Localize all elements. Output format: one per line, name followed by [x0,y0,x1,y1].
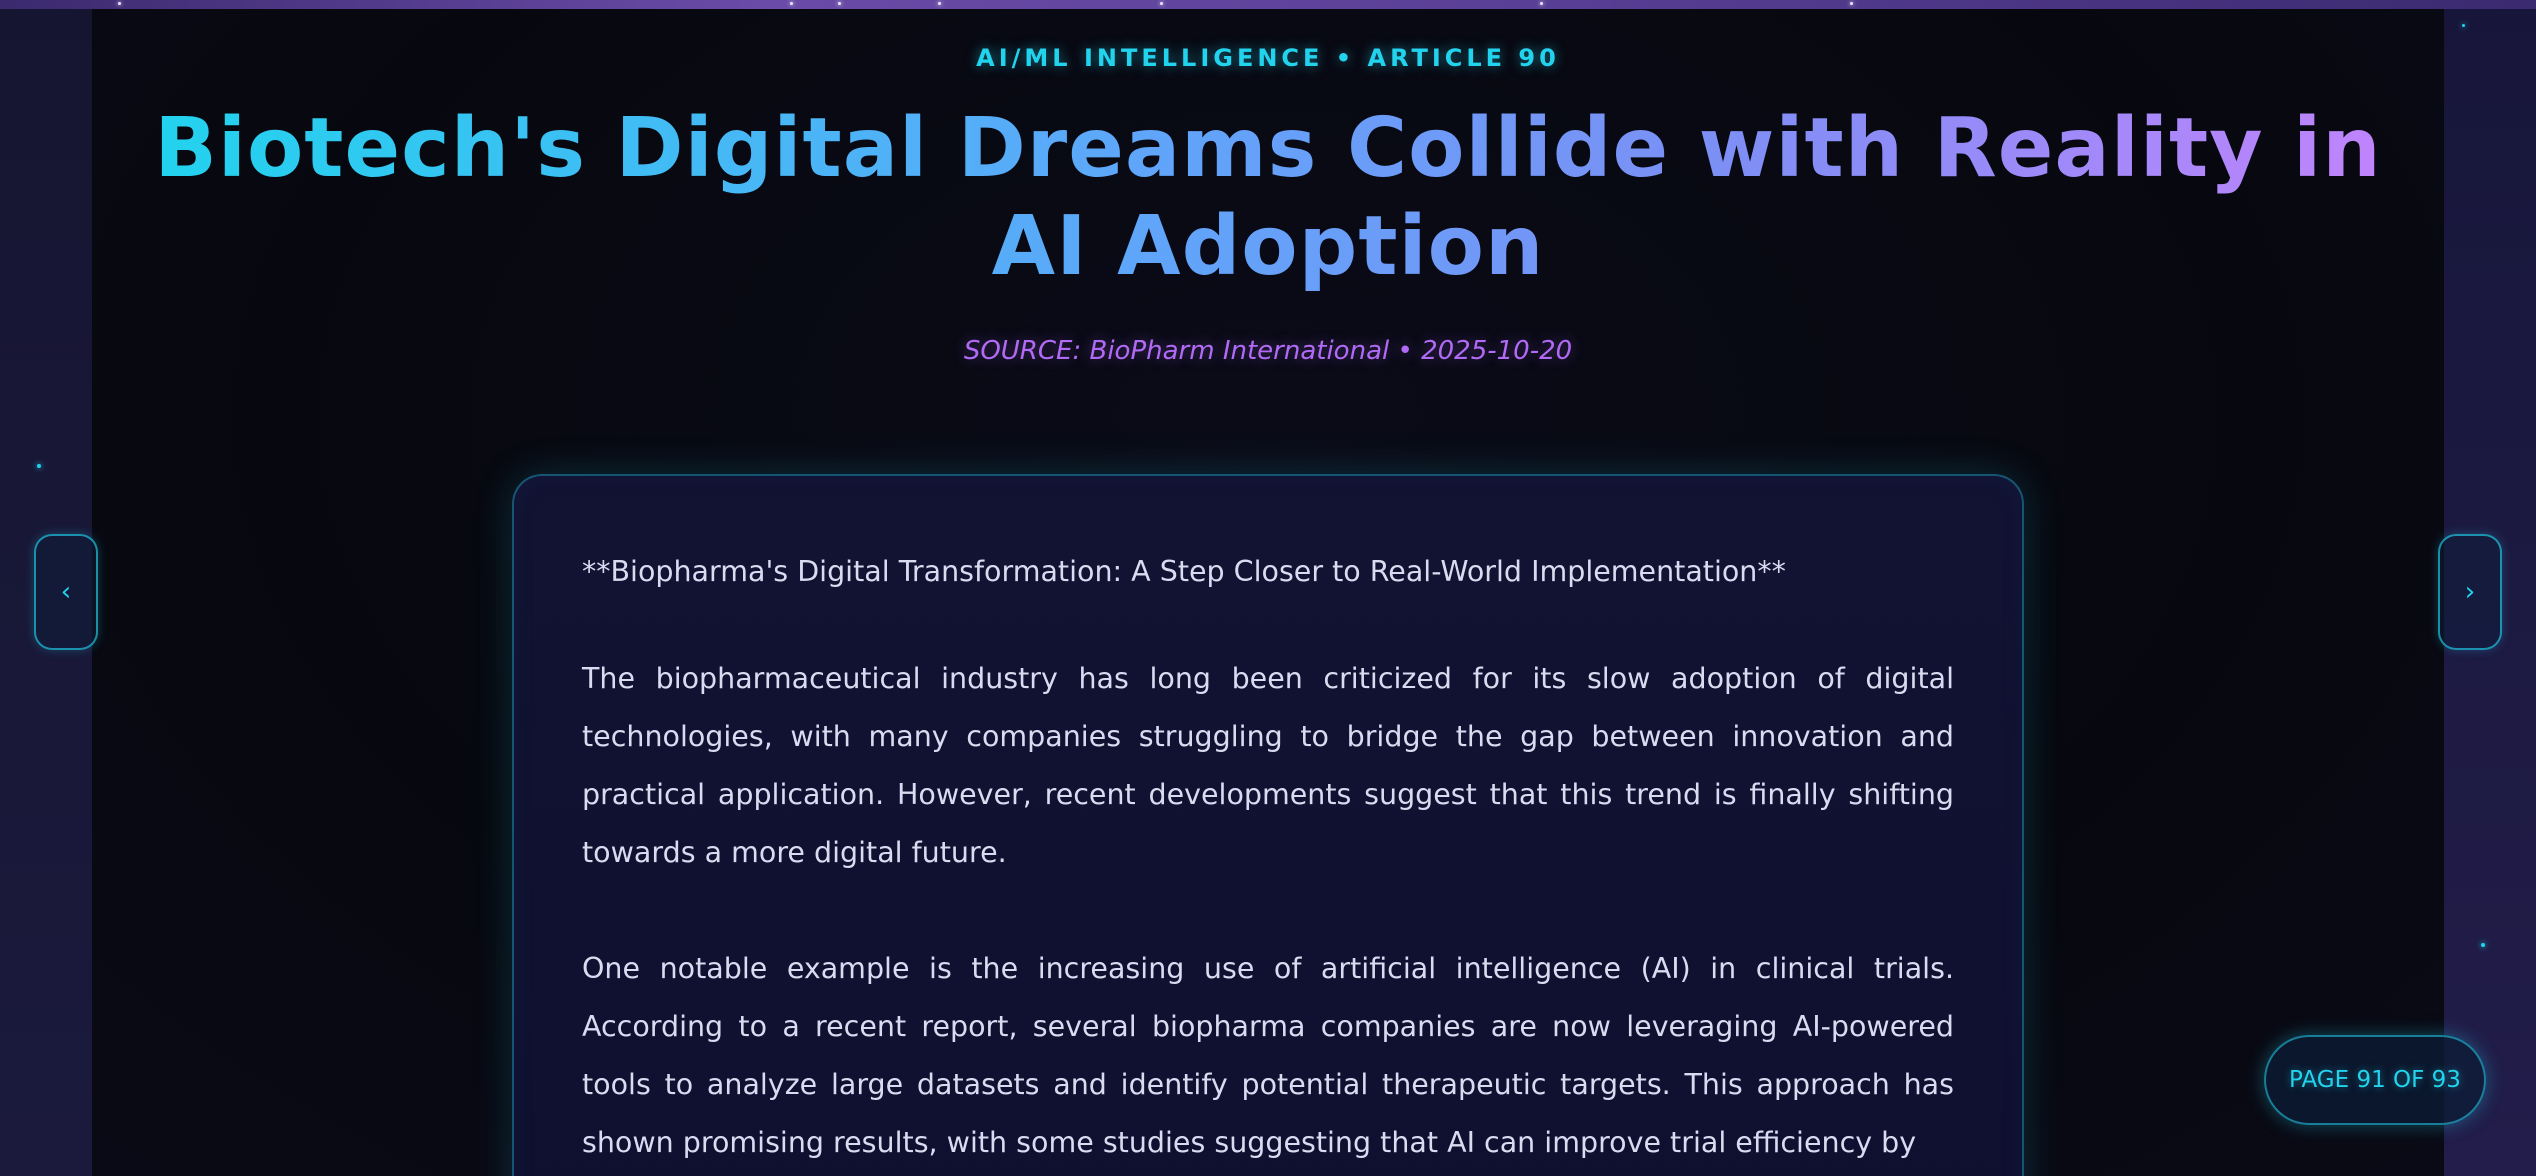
article-paragraph: One notable example is the increasing us… [582,952,1954,1159]
sparkle-decoration [1850,2,1853,5]
sparkle-decoration [838,2,841,5]
article-title: Biotech's Digital Dreams Collide with Re… [150,100,2386,296]
star-decoration [2462,24,2465,27]
previous-article-button[interactable]: ‹ [34,534,98,650]
sparkle-decoration [1540,2,1543,5]
star-decoration [37,464,41,468]
sparkle-decoration [938,2,941,5]
page-indicator-label: PAGE 91 OF 93 [2289,1067,2461,1093]
article-body-card: **Biopharma's Digital Transformation: A … [512,474,2024,1176]
sparkle-decoration [790,2,793,5]
article-heading: **Biopharma's Digital Transformation: A … [582,555,1786,588]
sparkle-decoration [1160,2,1163,5]
article-paragraph: The biopharmaceutical industry has long … [582,662,1954,869]
chevron-right-icon: › [2464,577,2476,607]
article-kicker: AI/ML INTELLIGENCE • ARTICLE 90 [976,44,1560,72]
article-source: SOURCE: BioPharm International • 2025-10… [963,336,1573,366]
page-indicator: PAGE 91 OF 93 [2264,1035,2486,1125]
star-decoration [2481,943,2485,947]
next-article-button[interactable]: › [2438,534,2502,650]
top-decorative-strip [0,0,2536,9]
article-page: AI/ML INTELLIGENCE • ARTICLE 90 Biotech'… [0,0,2536,1176]
sparkle-decoration [118,2,121,5]
chevron-left-icon: ‹ [60,577,72,607]
